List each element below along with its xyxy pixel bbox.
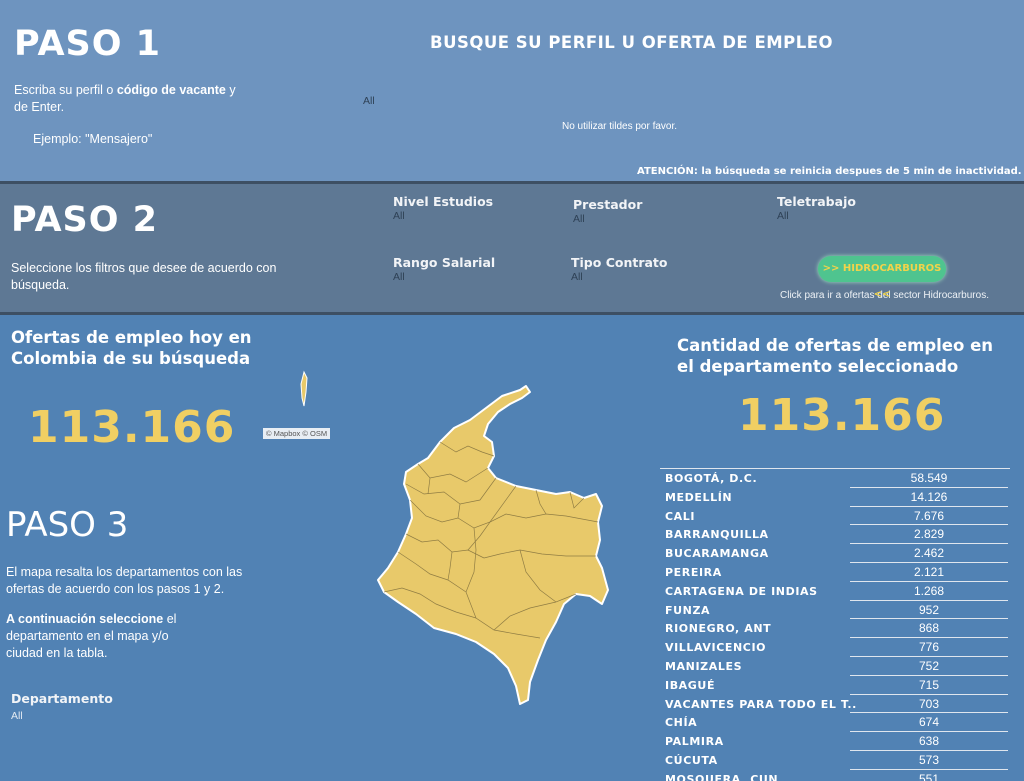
step3-title: PASO 3 xyxy=(6,505,129,545)
city-count[interactable]: 752 xyxy=(850,657,1008,676)
table-row[interactable]: MEDELLÍN 14.126 xyxy=(660,488,1010,507)
city-count[interactable]: 551 xyxy=(850,770,1008,781)
step2-panel: PASO 2 Seleccione los filtros que desee … xyxy=(0,181,1024,315)
table-row[interactable]: CALI 7.676 xyxy=(660,507,1010,526)
city-count[interactable]: 1.268 xyxy=(850,582,1008,601)
city-name[interactable]: CÚCUTA xyxy=(665,754,718,767)
step3-text-1: El mapa resalta los departamentos con la… xyxy=(6,565,243,596)
step1-panel: PASO 1 BUSQUE SU PERFIL U OFERTA DE EMPL… xyxy=(0,0,1024,181)
filter-nivel-estudios-value[interactable]: All xyxy=(393,210,493,222)
step2-instructions: Seleccione los filtros que desee de acue… xyxy=(11,261,277,292)
table-row[interactable]: PALMIRA 638 xyxy=(660,732,1010,751)
table-row[interactable]: VILLAVICENCIO 776 xyxy=(660,638,1010,657)
table-row[interactable]: PEREIRA 2.121 xyxy=(660,563,1010,582)
table-row[interactable]: RIONEGRO, ANT 868 xyxy=(660,619,1010,639)
city-count[interactable]: 58.549 xyxy=(850,469,1008,488)
city-name[interactable]: VACANTES PARA TODO EL T.. xyxy=(665,698,857,711)
city-count[interactable]: 7.676 xyxy=(850,507,1008,526)
table-row[interactable]: CARTAGENA DE INDIAS 1.268 xyxy=(660,582,1010,601)
table-row[interactable]: CÚCUTA 573 xyxy=(660,751,1010,770)
city-name[interactable]: IBAGUÉ xyxy=(665,679,715,692)
city-count[interactable]: 2.829 xyxy=(850,525,1008,545)
city-name[interactable]: MANIZALES xyxy=(665,660,742,673)
step2-title: PASO 2 xyxy=(11,200,159,240)
city-name[interactable]: MOSQUERA, CUN xyxy=(665,773,778,781)
colombia-outline[interactable] xyxy=(377,385,609,705)
table-row[interactable]: CHÍA 674 xyxy=(660,713,1010,733)
city-count[interactable]: 2.121 xyxy=(850,563,1008,582)
city-name[interactable]: CALI xyxy=(665,510,695,523)
filter-prestador[interactable]: Prestador All xyxy=(573,197,642,225)
attention-note: ATENCIÓN: la búsqueda se reinicia despue… xyxy=(637,166,1022,177)
filter-prestador-value[interactable]: All xyxy=(573,213,642,225)
filter-nivel-estudios[interactable]: Nivel Estudios All xyxy=(393,194,493,222)
city-name[interactable]: RIONEGRO, ANT xyxy=(665,622,771,635)
table-row[interactable]: BUCARAMANGA 2.462 xyxy=(660,544,1010,563)
total-offers-count: 113.166 xyxy=(28,402,236,453)
city-count[interactable]: 2.462 xyxy=(850,544,1008,563)
step1-instructions: Escriba su perfil o código de vacante y … xyxy=(14,83,236,114)
table-row[interactable]: FUNZA 952 xyxy=(660,601,1010,620)
city-name[interactable]: MEDELLÍN xyxy=(665,491,732,504)
city-name[interactable]: FUNZA xyxy=(665,604,710,617)
table-row[interactable]: VACANTES PARA TODO EL T.. 703 xyxy=(660,695,1010,714)
table-row[interactable]: IBAGUÉ 715 xyxy=(660,676,1010,695)
city-name[interactable]: VILLAVICENCIO xyxy=(665,641,766,654)
search-input[interactable]: All xyxy=(363,95,375,107)
city-count[interactable]: 703 xyxy=(850,695,1008,714)
department-offers-count: 113.166 xyxy=(738,390,946,441)
city-count[interactable]: 715 xyxy=(850,676,1008,695)
city-name[interactable]: BUCARAMANGA xyxy=(665,547,769,560)
island-shape[interactable] xyxy=(296,370,312,410)
city-count[interactable]: 952 xyxy=(850,601,1008,620)
step3-text-2: A continuación seleccione el departament… xyxy=(6,612,177,660)
filter-rango-salarial-value[interactable]: All xyxy=(393,271,495,283)
city-name[interactable]: CHÍA xyxy=(665,716,697,729)
step1-example: Ejemplo: "Mensajero" xyxy=(33,132,153,146)
filter-rango-salarial[interactable]: Rango Salarial All xyxy=(393,255,495,283)
step1-title: PASO 1 xyxy=(14,24,162,64)
filter-departamento-value[interactable]: All xyxy=(11,710,113,722)
city-count[interactable]: 638 xyxy=(850,732,1008,751)
tildes-note: No utilizar tildes por favor. xyxy=(562,121,678,132)
city-name[interactable]: BOGOTÁ, D.C. xyxy=(665,472,757,485)
city-count[interactable]: 14.126 xyxy=(850,488,1008,507)
colombia-map[interactable] xyxy=(370,382,620,712)
mapbox-credit: © Mapbox © OSM xyxy=(263,428,331,439)
table-row[interactable]: MOSQUERA, CUN 551 xyxy=(660,770,1010,781)
city-name[interactable]: PALMIRA xyxy=(665,735,724,748)
city-count[interactable]: 674 xyxy=(850,713,1008,733)
filter-departamento[interactable]: Departamento All xyxy=(11,691,113,722)
city-name[interactable]: PEREIRA xyxy=(665,566,722,579)
table-row[interactable]: MANIZALES 752 xyxy=(660,657,1010,676)
filter-teletrabajo-value[interactable]: All xyxy=(777,210,856,222)
filter-teletrabajo[interactable]: Teletrabajo All xyxy=(777,194,856,222)
city-count[interactable]: 573 xyxy=(850,751,1008,770)
hidrocarburos-button[interactable]: >> HIDROCARBUROS << xyxy=(818,256,946,300)
search-heading: BUSQUE SU PERFIL U OFERTA DE EMPLEO xyxy=(430,33,834,52)
table-row[interactable]: BARRANQUILLA 2.829 xyxy=(660,525,1010,545)
table-row[interactable]: BOGOTÁ, D.C. 58.549 xyxy=(660,469,1010,488)
city-name[interactable]: BARRANQUILLA xyxy=(665,528,769,541)
city-count[interactable]: 868 xyxy=(850,619,1008,639)
left-heading: Ofertas de empleo hoy en Colombia de su … xyxy=(11,328,252,368)
city-name[interactable]: CARTAGENA DE INDIAS xyxy=(665,585,818,598)
city-table[interactable]: BOGOTÁ, D.C. 58.549 MEDELLÍN 14.126 CALI 7.67… xyxy=(660,468,1010,781)
right-heading: Cantidad de ofertas de empleo en el depa… xyxy=(677,336,994,376)
filter-tipo-contrato-value[interactable]: All xyxy=(571,271,668,283)
city-count[interactable]: 776 xyxy=(850,638,1008,657)
filter-tipo-contrato[interactable]: Tipo Contrato All xyxy=(571,255,668,283)
